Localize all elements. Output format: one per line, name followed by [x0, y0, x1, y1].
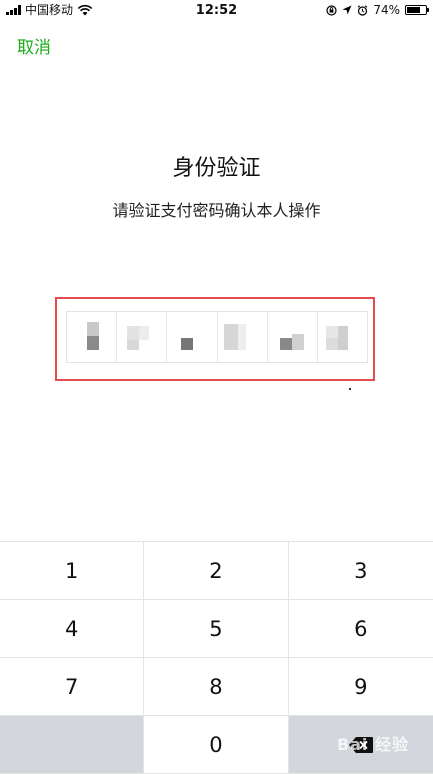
password-input[interactable] — [66, 311, 368, 363]
masked-digit — [325, 338, 338, 350]
masked-digit — [181, 338, 194, 350]
page-title: 身份验证 — [172, 156, 261, 181]
keypad-key-7[interactable]: 7 — [0, 658, 145, 716]
lock-rotation-icon — [326, 4, 337, 16]
masked-digit — [87, 322, 99, 336]
password-digit-cell — [167, 312, 218, 362]
password-digit-cell — [67, 312, 118, 362]
masked-digit — [237, 324, 246, 350]
keypad-key-9[interactable]: 9 — [288, 658, 433, 716]
stray-dot — [349, 388, 351, 390]
keypad-key-0[interactable]: 0 — [144, 716, 289, 774]
password-digit-cell — [117, 312, 168, 362]
keypad-key-3[interactable]: 3 — [288, 542, 433, 600]
battery-percent: 74% — [373, 3, 400, 17]
keypad-key-8[interactable]: 8 — [144, 658, 289, 716]
masked-digit — [127, 340, 140, 350]
status-bar: 中国移动 12:52 74% — [0, 0, 433, 22]
masked-digit — [291, 334, 304, 350]
keypad-key-6[interactable]: 6 — [288, 600, 433, 658]
keypad-key-2[interactable]: 2 — [144, 542, 289, 600]
status-right: 74% — [326, 3, 429, 17]
cancel-button[interactable]: 取消 — [17, 33, 51, 58]
masked-digit — [127, 326, 140, 340]
masked-digit — [87, 336, 99, 350]
masked-digit — [223, 324, 238, 350]
backspace-button[interactable] — [288, 716, 433, 774]
battery-fill — [407, 7, 421, 13]
masked-digit — [139, 326, 150, 340]
battery-icon — [405, 5, 429, 15]
masked-digit — [279, 338, 292, 350]
backspace-icon — [348, 736, 373, 753]
password-digit-cell — [268, 312, 318, 362]
numeric-keypad: 123 456 7890 — [0, 541, 433, 774]
alarm-icon — [357, 4, 368, 16]
location-icon — [342, 5, 352, 15]
keypad-empty — [0, 716, 145, 774]
keypad-key-1[interactable]: 1 — [0, 542, 145, 600]
password-digit-cell — [218, 312, 268, 362]
keypad-key-4[interactable]: 4 — [0, 600, 145, 658]
keypad-key-5[interactable]: 5 — [144, 600, 289, 658]
page-subtitle: 请验证支付密码确认本人操作 — [112, 201, 321, 220]
password-digit-cell — [318, 312, 367, 362]
masked-digit — [337, 326, 348, 350]
